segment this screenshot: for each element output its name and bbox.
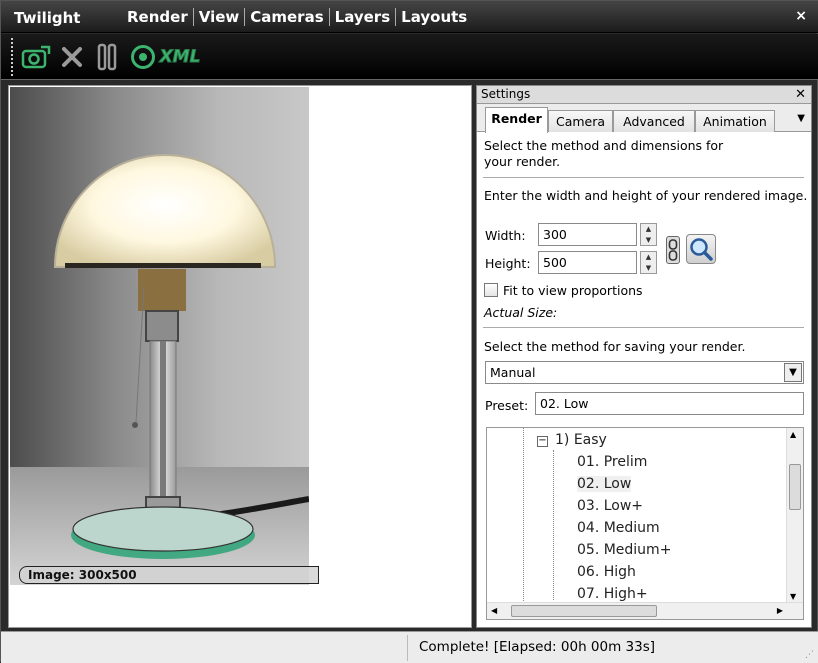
record-button[interactable] xyxy=(129,42,157,72)
resize-grip[interactable]: ⋰ xyxy=(805,650,814,660)
save-method-prompt: Select the method for saving your render… xyxy=(484,339,746,354)
tree-item[interactable]: 03. Low+ xyxy=(577,498,643,514)
cancel-render-button[interactable] xyxy=(58,42,86,72)
save-method-select[interactable]: Manual ▼ xyxy=(485,361,804,384)
vertical-scroll-thumb[interactable] xyxy=(789,464,801,510)
save-method-value: Manual xyxy=(490,365,536,380)
dimensions-prompt: Enter the width and height of your rende… xyxy=(484,188,808,203)
width-spinner[interactable]: ▲ ▼ xyxy=(640,223,657,246)
tree-horizontal-scrollbar[interactable]: ◀ ▶ xyxy=(487,602,803,619)
height-spinner[interactable]: ▲ ▼ xyxy=(640,251,657,274)
fit-to-view-label: Fit to view proportions xyxy=(503,283,643,298)
tree-item[interactable]: 04. Medium xyxy=(577,520,660,536)
record-icon xyxy=(131,45,155,69)
actual-size-label: Actual Size: xyxy=(484,305,558,320)
chevron-down-icon[interactable]: ▼ xyxy=(784,363,802,382)
app-window: Twilight Render View Cameras Layers Layo… xyxy=(0,0,818,663)
scroll-left-icon[interactable]: ◀ xyxy=(491,606,497,615)
collapse-icon[interactable]: − xyxy=(537,436,548,447)
width-label: Width: xyxy=(485,228,526,243)
xml-icon: XML xyxy=(159,47,201,68)
scroll-up-icon[interactable]: ▲ xyxy=(790,430,796,439)
app-title: Twilight xyxy=(14,9,81,27)
settings-close-button[interactable]: ✕ xyxy=(795,86,806,103)
render-button[interactable] xyxy=(21,42,51,72)
tree-item[interactable]: 07. High+ xyxy=(577,586,648,602)
tree-item[interactable]: 05. Medium+ xyxy=(577,542,671,558)
divider xyxy=(483,327,804,328)
preset-input[interactable]: 02. Low xyxy=(535,392,804,415)
divider xyxy=(483,177,804,178)
render-intro-text: Select the method and dimensions for you… xyxy=(484,138,724,169)
tree-item-selected[interactable]: 02. Low xyxy=(577,476,632,492)
settings-header: Settings ✕ xyxy=(477,86,811,104)
status-bar: Complete! [Elapsed: 00h 00m 33s] ⋰ xyxy=(1,631,818,663)
xml-button[interactable]: XML xyxy=(159,42,201,72)
tree-vertical-scrollbar[interactable]: ▲ ▼ xyxy=(786,428,803,603)
tab-camera[interactable]: Camera xyxy=(548,110,613,132)
menu-bar: Render View Cameras Layers Layouts xyxy=(122,8,472,26)
tab-render[interactable]: Render xyxy=(485,107,548,133)
tab-animation[interactable]: Animation xyxy=(695,110,775,132)
width-spin-down-icon[interactable]: ▼ xyxy=(641,235,656,246)
width-spin-up-icon[interactable]: ▲ xyxy=(641,224,656,235)
render-camera-icon xyxy=(21,45,51,69)
render-viewport[interactable]: Image: 300x500 xyxy=(8,85,472,628)
pause-render-button[interactable] xyxy=(94,42,120,72)
lamp-render-illustration xyxy=(10,154,309,585)
tabs-dropdown-icon[interactable]: ▼ xyxy=(797,113,805,124)
height-spin-down-icon[interactable]: ▼ xyxy=(641,263,656,274)
tree-item[interactable]: 06. High xyxy=(577,564,636,580)
tree-group-easy[interactable]: 1) Easy xyxy=(555,432,607,448)
tree-guide-line xyxy=(553,450,554,600)
close-window-button[interactable]: × xyxy=(795,8,807,24)
rendered-image xyxy=(10,87,309,585)
height-label: Height: xyxy=(485,256,531,271)
image-size-label: Image: 300x500 xyxy=(19,566,319,584)
menu-layouts[interactable]: Layouts xyxy=(396,8,472,26)
menu-cameras[interactable]: Cameras xyxy=(245,8,330,26)
settings-panel: Settings ✕ Render Camera Advanced Animat… xyxy=(476,85,812,628)
status-divider xyxy=(407,635,408,661)
horizontal-scroll-thumb[interactable] xyxy=(511,605,657,617)
link-aspect-button[interactable] xyxy=(666,236,680,264)
zoom-preview-button[interactable] xyxy=(686,234,716,264)
toolbar: XML xyxy=(1,34,818,80)
menu-render[interactable]: Render xyxy=(122,8,194,26)
scroll-right-icon[interactable]: ▶ xyxy=(777,606,783,615)
magnifier-icon xyxy=(690,238,713,261)
tree-guide-line xyxy=(523,428,524,619)
pause-icon xyxy=(97,43,117,71)
scroll-down-icon[interactable]: ▼ xyxy=(790,592,796,601)
settings-title: Settings xyxy=(481,87,531,101)
height-input[interactable]: 500 xyxy=(538,251,637,274)
height-spin-up-icon[interactable]: ▲ xyxy=(641,252,656,263)
tree-item[interactable]: 01. Prelim xyxy=(577,454,647,470)
menu-view[interactable]: View xyxy=(194,8,246,26)
title-bar: Twilight Render View Cameras Layers Layo… xyxy=(1,1,818,33)
status-text: Complete! [Elapsed: 00h 00m 33s] xyxy=(419,639,656,655)
tab-advanced[interactable]: Advanced xyxy=(613,110,695,132)
preset-label: Preset: xyxy=(485,398,529,413)
preset-tree[interactable]: − 1) Easy 01. Prelim 02. Low 03. Low+ 04… xyxy=(486,427,804,620)
chain-link-icon xyxy=(668,239,678,261)
menu-layers[interactable]: Layers xyxy=(330,8,397,26)
cancel-x-icon xyxy=(62,47,82,67)
width-input[interactable]: 300 xyxy=(538,223,637,246)
toolbar-grip[interactable] xyxy=(11,38,15,76)
settings-tabs: Render Camera Advanced Animation ▼ xyxy=(477,104,811,133)
fit-to-view-checkbox[interactable] xyxy=(484,283,498,297)
